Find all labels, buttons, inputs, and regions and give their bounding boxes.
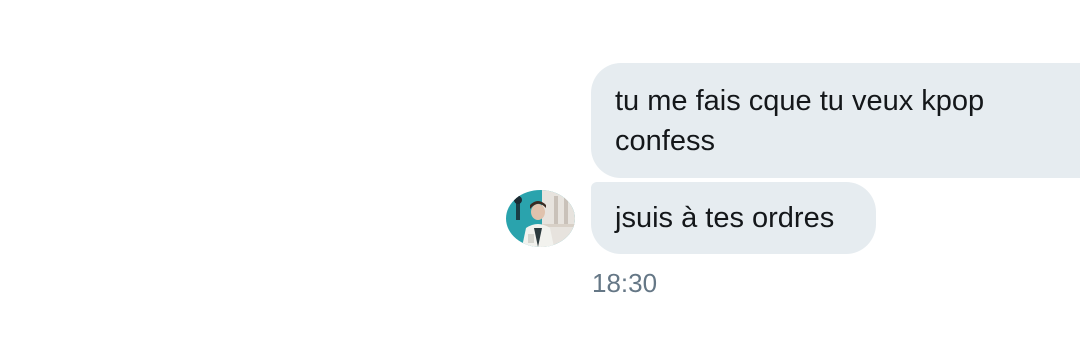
message-bubble-received[interactable]: tu me fais cque tu veux kpop confess bbox=[591, 63, 1080, 178]
message-timestamp: 18:30 bbox=[592, 268, 658, 298]
message-text: tu me fais cque tu veux kpop confess bbox=[615, 85, 985, 157]
avatar[interactable] bbox=[506, 190, 575, 247]
message-text: jsuis à tes ordres bbox=[615, 202, 835, 234]
message-bubble-received[interactable]: jsuis à tes ordres bbox=[591, 182, 876, 254]
user-avatar-photo-icon bbox=[506, 190, 575, 247]
dm-conversation: tu me fais cque tu veux kpop confess jsu… bbox=[0, 0, 1080, 360]
